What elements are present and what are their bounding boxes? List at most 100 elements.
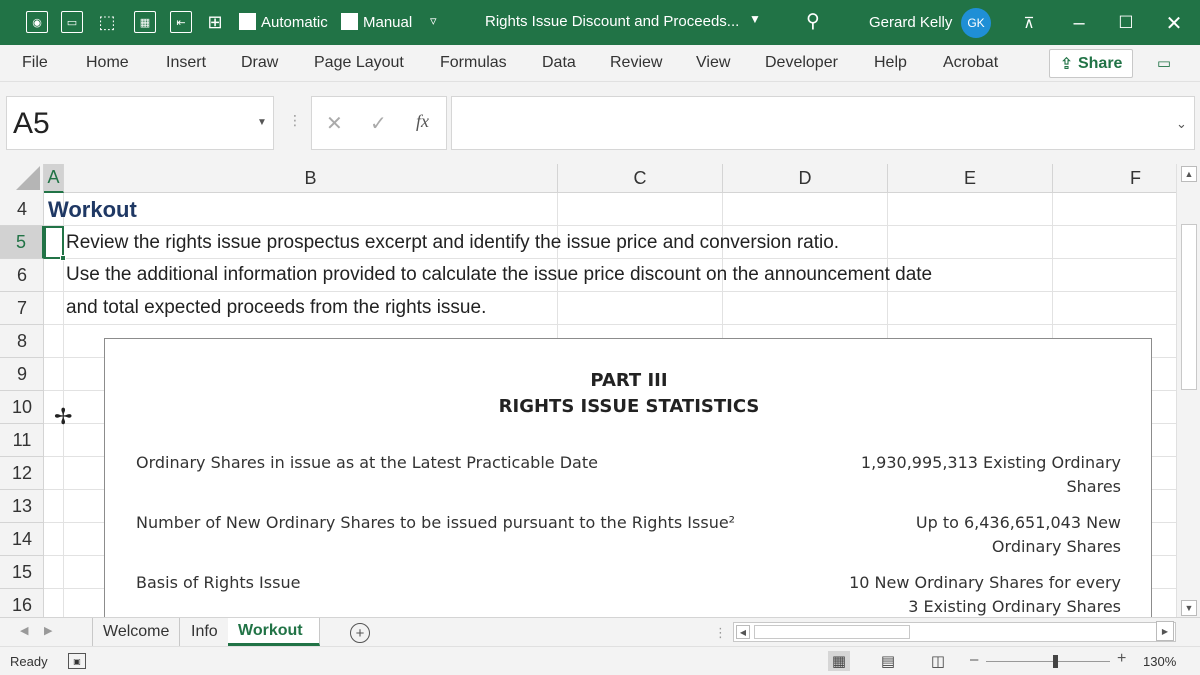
- tab-file[interactable]: File: [22, 54, 48, 72]
- expand-formula-icon[interactable]: ⌄: [1176, 116, 1187, 132]
- row-header[interactable]: 12: [0, 457, 44, 490]
- vertical-scrollbar[interactable]: ▲ ▼: [1176, 164, 1200, 617]
- calculator-icon[interactable]: ▦: [134, 11, 156, 33]
- tab-view[interactable]: View: [696, 54, 730, 72]
- column-header-e[interactable]: E: [888, 164, 1053, 193]
- prev-sheet-icon[interactable]: ◀: [20, 624, 28, 637]
- zoom-slider[interactable]: [986, 661, 1110, 662]
- row-header[interactable]: 15: [0, 556, 44, 589]
- tab-data[interactable]: Data: [542, 54, 576, 72]
- row-header[interactable]: 9: [0, 358, 44, 391]
- vertical-scroll-thumb[interactable]: [1181, 224, 1197, 390]
- next-sheet-icon[interactable]: ▶: [44, 624, 52, 637]
- formula-buttons: ✕ ✓ fx: [311, 96, 447, 150]
- horizontal-scrollbar[interactable]: ◀: [733, 622, 1176, 642]
- select-all-button[interactable]: [0, 164, 44, 193]
- tab-developer[interactable]: Developer: [765, 54, 838, 72]
- zoom-in-icon[interactable]: +: [1117, 650, 1126, 668]
- form-icon[interactable]: ⇤: [170, 11, 192, 33]
- zoom-out-icon[interactable]: –: [970, 651, 978, 668]
- page-layout-view-icon[interactable]: ▤: [877, 651, 899, 671]
- prospectus-part-heading: PART III: [590, 370, 668, 391]
- share-icon: ⇪: [1059, 55, 1073, 73]
- camera-icon[interactable]: ◉: [26, 11, 48, 33]
- scroll-left-icon[interactable]: ◀: [736, 625, 750, 639]
- fill-handle[interactable]: [60, 255, 66, 261]
- grid-layout-icon[interactable]: ⊞: [204, 11, 226, 33]
- scroll-down-icon[interactable]: ▼: [1181, 600, 1197, 616]
- name-box[interactable]: A5 ▼: [6, 96, 274, 150]
- stat-label: Ordinary Shares in issue as at the Lates…: [136, 453, 598, 472]
- row-header[interactable]: 6: [0, 259, 44, 292]
- column-header-c[interactable]: C: [558, 164, 723, 193]
- search-icon[interactable]: ⚲: [806, 10, 820, 33]
- tab-insert[interactable]: Insert: [166, 54, 206, 72]
- tab-home[interactable]: Home: [86, 54, 129, 72]
- tab-review[interactable]: Review: [610, 54, 662, 72]
- avatar[interactable]: GK: [961, 8, 991, 38]
- share-button[interactable]: ⇪ Share: [1049, 49, 1133, 78]
- share-label: Share: [1077, 54, 1123, 72]
- column-header-d[interactable]: D: [723, 164, 888, 193]
- tab-draw[interactable]: Draw: [241, 54, 278, 72]
- row-headers: 4 5 6 7 8 9 10 11 12 13 14 15 16: [0, 193, 44, 622]
- scroll-up-icon[interactable]: ▲: [1181, 166, 1197, 182]
- sheet-tab-info[interactable]: Info: [181, 618, 229, 646]
- manual-checkbox[interactable]: [341, 13, 358, 30]
- formula-bar-splitter[interactable]: ⋮: [288, 112, 302, 129]
- maximize-icon[interactable]: ☐: [1111, 8, 1141, 38]
- name-box-dropdown-icon[interactable]: ▼: [257, 117, 267, 128]
- customize-toolbar-icon[interactable]: ▿: [430, 13, 437, 29]
- row-header[interactable]: 4: [0, 193, 44, 226]
- tab-splitter[interactable]: ⋮: [714, 625, 727, 641]
- column-header-a[interactable]: A: [44, 164, 64, 193]
- cell-a4-workout-heading[interactable]: Workout: [48, 197, 137, 223]
- row-header[interactable]: 13: [0, 490, 44, 523]
- zoom-level[interactable]: 130%: [1143, 654, 1176, 669]
- close-icon[interactable]: ✕: [1159, 8, 1189, 38]
- title-dropdown-icon[interactable]: ▼: [749, 12, 761, 26]
- page-break-view-icon[interactable]: ◫: [927, 651, 949, 671]
- add-sheet-icon[interactable]: +: [350, 623, 370, 643]
- macro-recording-icon[interactable]: ▣: [68, 653, 86, 669]
- sheet-tab-workout[interactable]: Workout: [228, 618, 320, 646]
- cancel-icon[interactable]: ✕: [326, 111, 343, 136]
- document-title[interactable]: Rights Issue Discount and Proceeds...: [485, 13, 739, 30]
- automatic-checkbox[interactable]: [239, 13, 256, 30]
- status-ready: Ready: [10, 654, 48, 669]
- row-header[interactable]: 7: [0, 292, 44, 325]
- column-header-b[interactable]: B: [64, 164, 558, 193]
- column-headers: A B C D E F: [0, 164, 1176, 193]
- scroll-right-icon[interactable]: ▶: [1156, 621, 1174, 641]
- minimize-icon[interactable]: –: [1064, 8, 1094, 38]
- formula-input[interactable]: [451, 96, 1195, 150]
- user-name[interactable]: Gerard Kelly: [869, 14, 952, 31]
- stat-value: 1,930,995,313 Existing Ordinary Shares: [860, 453, 1121, 496]
- enter-icon[interactable]: ✓: [370, 111, 387, 136]
- worksheet-grid[interactable]: Workout Review the rights issue prospect…: [44, 193, 1176, 617]
- cell-b5[interactable]: Review the rights issue prospectus excer…: [66, 232, 839, 254]
- insert-function-icon[interactable]: fx: [416, 111, 429, 132]
- tab-page-layout[interactable]: Page Layout: [314, 54, 404, 72]
- cell-b7[interactable]: and total expected proceeds from the rig…: [66, 297, 486, 319]
- tab-acrobat[interactable]: Acrobat: [943, 54, 998, 72]
- zoom-slider-thumb[interactable]: [1053, 655, 1058, 668]
- prospectus-excerpt-image[interactable]: PART III RIGHTS ISSUE STATISTICS Ordinar…: [104, 338, 1152, 617]
- ribbon-display-icon[interactable]: ⊼: [1014, 8, 1044, 38]
- tab-formulas[interactable]: Formulas: [440, 54, 507, 72]
- row-header[interactable]: 11: [0, 424, 44, 457]
- sheet-tab-welcome[interactable]: Welcome: [92, 618, 181, 646]
- image-link-icon[interactable]: ▭: [61, 11, 83, 33]
- row-header[interactable]: 14: [0, 523, 44, 556]
- horizontal-scroll-thumb[interactable]: [754, 625, 910, 639]
- tab-help[interactable]: Help: [874, 54, 907, 72]
- row-header[interactable]: 10: [0, 391, 44, 424]
- normal-view-icon[interactable]: ▦: [828, 651, 850, 671]
- shape-select-icon[interactable]: ⬚: [96, 11, 118, 33]
- cell-b6[interactable]: Use the additional information provided …: [66, 264, 932, 286]
- automatic-label: Automatic: [261, 14, 328, 31]
- row-header[interactable]: 5: [0, 226, 44, 259]
- row-header[interactable]: 8: [0, 325, 44, 358]
- name-box-value: A5: [13, 107, 50, 140]
- comments-icon[interactable]: ▭: [1150, 50, 1178, 76]
